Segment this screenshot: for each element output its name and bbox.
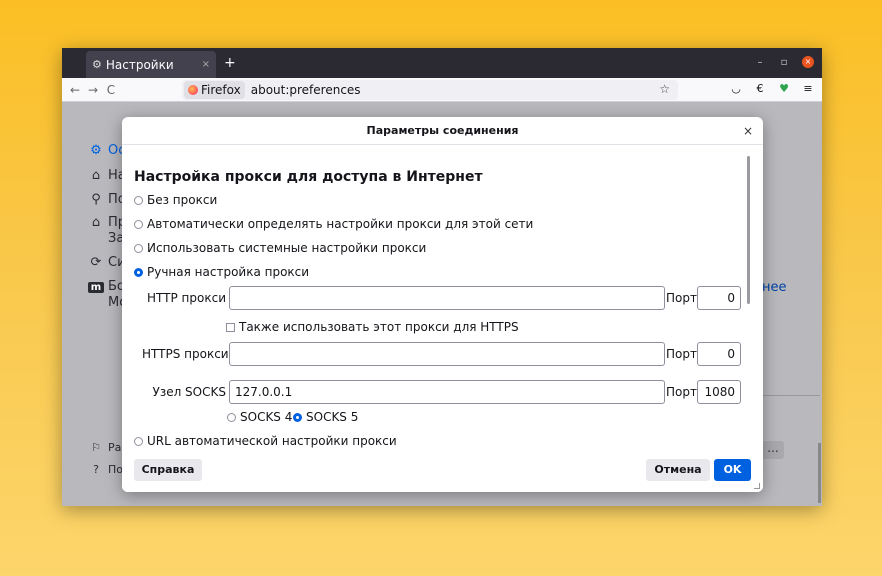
https-port-input[interactable]: 0 bbox=[697, 342, 741, 366]
sidebar-item-more[interactable]: m Бо bbox=[88, 279, 125, 294]
http-port-input[interactable]: 0 bbox=[697, 286, 741, 310]
proxy-heading: Настройка прокси для доступа в Интернет bbox=[134, 169, 483, 185]
socks-port-input[interactable]: 1080 bbox=[697, 380, 741, 404]
radio-socks5[interactable]: SOCKS 5 bbox=[293, 410, 358, 424]
http-proxy-input[interactable] bbox=[229, 286, 665, 310]
url-bar[interactable]: Firefox about:preferences ☆ bbox=[182, 80, 678, 100]
back-button[interactable]: ← bbox=[66, 83, 84, 97]
window-close-button[interactable]: × bbox=[802, 56, 814, 68]
lock-icon: ⌂ bbox=[91, 215, 101, 230]
sidebar-item-home[interactable]: ⌂ На bbox=[88, 168, 126, 183]
window-controls: – ▫ × bbox=[754, 56, 814, 68]
bookmark-star-icon[interactable]: ☆ bbox=[659, 82, 670, 96]
mozilla-icon: m bbox=[88, 282, 104, 293]
radio-label: SOCKS 4 bbox=[240, 410, 293, 424]
sidebar-item-privacy[interactable]: ⌂ Пр bbox=[88, 215, 126, 230]
new-tab-button[interactable]: + bbox=[224, 55, 236, 71]
http-port-label: Порт bbox=[666, 291, 697, 305]
sidebar-item-sync[interactable]: ⟳ Си bbox=[88, 255, 126, 270]
more-options-button[interactable]: ... bbox=[762, 441, 784, 459]
resize-grip-icon[interactable] bbox=[754, 483, 760, 489]
radio-label: SOCKS 5 bbox=[306, 410, 359, 424]
toolbar-icons: ◡ € ♥ ≡ bbox=[730, 82, 814, 95]
radio-button[interactable] bbox=[134, 219, 143, 229]
radio-socks4[interactable]: SOCKS 4 bbox=[227, 410, 292, 424]
menu-icon[interactable]: ≡ bbox=[802, 82, 814, 95]
help-icon: ? bbox=[93, 463, 99, 476]
https-proxy-label: HTTPS прокси bbox=[142, 347, 229, 361]
sidebar-label: Ра bbox=[108, 441, 122, 454]
radio-manual-proxy[interactable]: Ручная настройка прокси bbox=[134, 265, 309, 279]
pocket-icon[interactable]: ◡ bbox=[730, 82, 742, 95]
minimize-button[interactable]: – bbox=[754, 57, 766, 68]
sidebar-label: По bbox=[108, 463, 124, 476]
radio-label: Автоматически определять настройки прокс… bbox=[147, 217, 534, 231]
radio-no-proxy[interactable]: Без прокси bbox=[134, 193, 217, 207]
dialog-scrollbar[interactable] bbox=[747, 156, 750, 304]
radio-auto-url[interactable]: URL автоматической настройки прокси bbox=[134, 434, 397, 448]
identity-box[interactable]: Firefox bbox=[184, 81, 245, 99]
dialog-footer: Справка Отмена OK bbox=[122, 454, 763, 492]
home-icon: ⌂ bbox=[91, 168, 101, 183]
ok-button[interactable]: OK bbox=[714, 459, 751, 481]
radio-button-selected[interactable] bbox=[293, 412, 302, 422]
radio-label: URL автоматической настройки прокси bbox=[147, 434, 397, 448]
sidebar-item-search[interactable]: ⚲ По bbox=[88, 192, 126, 207]
reload-button[interactable]: C bbox=[102, 83, 120, 97]
nav-bar: ← → C Firefox about:preferences ☆ ◡ € ♥ … bbox=[62, 78, 822, 102]
close-icon[interactable]: × bbox=[743, 124, 753, 138]
tab-title: Настройки bbox=[105, 57, 174, 72]
checkbox[interactable] bbox=[226, 322, 235, 332]
http-proxy-label: HTTP прокси bbox=[147, 291, 226, 305]
extension-icon[interactable]: € bbox=[754, 82, 766, 95]
connection-settings-dialog: Параметры соединения × Настройка прокси … bbox=[122, 117, 763, 492]
radio-auto-detect[interactable]: Автоматически определять настройки прокс… bbox=[134, 217, 533, 231]
forward-button[interactable]: → bbox=[84, 83, 102, 97]
divider bbox=[762, 395, 820, 396]
cancel-button[interactable]: Отмена bbox=[646, 459, 710, 481]
radio-label: Без прокси bbox=[147, 193, 218, 207]
radio-button-selected[interactable] bbox=[134, 267, 143, 277]
sidebar-item-extensions[interactable]: ⚐ Ра bbox=[88, 441, 121, 454]
page-scrollbar[interactable] bbox=[818, 443, 821, 503]
socks-host-label: Узел SOCKS bbox=[152, 385, 227, 399]
sync-icon: ⟳ bbox=[90, 255, 102, 270]
identity-label: Firefox bbox=[201, 83, 241, 97]
tab-strip: ⚙ Настройки × + – ▫ × bbox=[62, 48, 822, 78]
sidebar-item-support[interactable]: ? По bbox=[88, 463, 123, 476]
checkbox-label: Также использовать этот прокси для HTTPS bbox=[239, 320, 519, 334]
gear-icon: ⚙ bbox=[90, 143, 102, 158]
maximize-button[interactable]: ▫ bbox=[778, 57, 790, 68]
radio-button[interactable] bbox=[134, 436, 143, 446]
radio-button[interactable] bbox=[134, 243, 143, 253]
https-port-label: Порт bbox=[666, 347, 697, 361]
socks-host-input[interactable]: 127.0.0.1 bbox=[229, 380, 665, 404]
radio-system-proxy[interactable]: Использовать системные настройки прокси bbox=[134, 241, 426, 255]
radio-label: Использовать системные настройки прокси bbox=[147, 241, 427, 255]
https-proxy-input[interactable] bbox=[229, 342, 665, 366]
learn-more-link[interactable]: нее bbox=[762, 280, 787, 295]
radio-label: Ручная настройка прокси bbox=[147, 265, 310, 279]
also-https-checkbox-row[interactable]: Также использовать этот прокси для HTTPS bbox=[226, 320, 519, 334]
url-text[interactable]: about:preferences bbox=[251, 83, 361, 97]
dialog-title: Параметры соединения bbox=[122, 117, 763, 145]
sidebar-item-general[interactable]: ⚙ Ос bbox=[88, 143, 125, 158]
shield-icon[interactable]: ♥ bbox=[778, 82, 790, 95]
puzzle-icon: ⚐ bbox=[91, 441, 101, 454]
radio-button[interactable] bbox=[134, 195, 143, 205]
firefox-logo-icon bbox=[188, 85, 198, 95]
tab-settings[interactable]: ⚙ Настройки × bbox=[86, 51, 216, 78]
socks-port-label: Порт bbox=[666, 385, 697, 399]
radio-button[interactable] bbox=[227, 412, 236, 422]
help-button[interactable]: Справка bbox=[134, 459, 202, 481]
tab-close-icon[interactable]: × bbox=[202, 59, 210, 70]
gear-icon: ⚙ bbox=[92, 58, 102, 71]
dialog-body: Настройка прокси для доступа в Интернет … bbox=[122, 146, 763, 454]
search-icon: ⚲ bbox=[91, 192, 101, 207]
